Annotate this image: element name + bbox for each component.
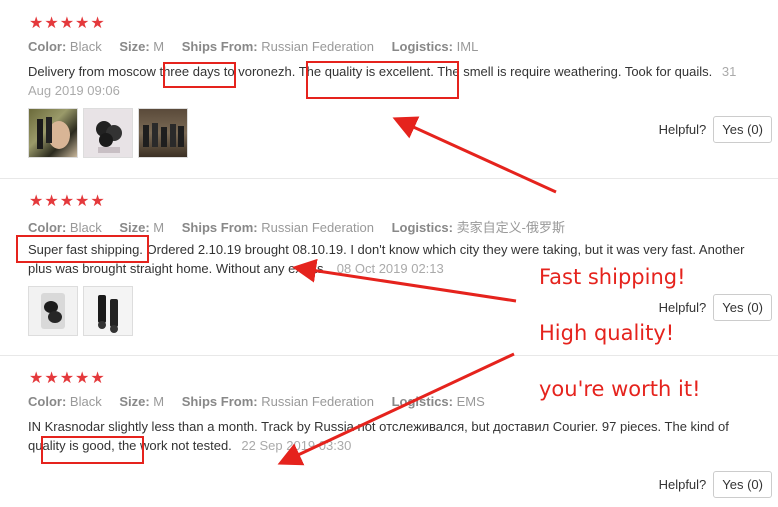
color-value: Black — [69, 39, 102, 54]
helpful-vote: Helpful? Yes (0) — [659, 471, 772, 498]
logistics-value: IML — [456, 39, 479, 54]
helpful-vote: Helpful? Yes (0) — [659, 116, 772, 143]
yes-vote-button[interactable]: Yes (0) — [713, 116, 772, 143]
review-photo-thumbnail[interactable] — [28, 108, 78, 158]
color-value: Black — [69, 394, 102, 409]
photo-pile-icon — [143, 123, 184, 147]
review-photos — [28, 108, 193, 158]
size-label: Size: — [119, 220, 150, 235]
review-date: 22 Sep 2019 03:30 — [241, 438, 352, 453]
logistics-value: 卖家自定义-俄罗斯 — [456, 220, 565, 235]
photo-feeders-icon — [96, 121, 122, 153]
annotation-worth-it: you're worth it! — [539, 377, 701, 401]
size-value: M — [153, 220, 165, 235]
helpful-vote: Helpful? Yes (0) — [659, 294, 772, 321]
review-body: IN Krasnodar slightly less than a month.… — [28, 419, 729, 453]
annotation-high-quality: High quality! — [539, 321, 675, 345]
photo-hand-icon — [37, 117, 70, 149]
review-photo-thumbnail[interactable] — [28, 286, 78, 336]
ships-from-label: Ships From: — [181, 394, 258, 409]
color-value: Black — [69, 220, 102, 235]
color-label: Color: — [28, 394, 67, 409]
ships-from-value: Russian Federation — [261, 394, 374, 409]
review-photo-thumbnail[interactable] — [138, 108, 188, 158]
star-rating: ★★★★★ — [29, 191, 106, 210]
size-label: Size: — [119, 394, 150, 409]
review-attributes: Color: Black Size: M Ships From: Russian… — [28, 394, 499, 409]
review-body: Delivery from moscow three days to voron… — [28, 64, 713, 79]
size-value: M — [153, 39, 165, 54]
review-attributes: Color: Black Size: M Ships From: Russian… — [28, 217, 579, 236]
star-rating: ★★★★★ — [29, 368, 106, 387]
review-photo-thumbnail[interactable] — [83, 286, 133, 336]
review-item: ★★★★★ Color: Black Size: M Ships From: R… — [0, 0, 778, 179]
color-label: Color: — [28, 39, 67, 54]
review-photos — [28, 286, 138, 336]
size-label: Size: — [119, 39, 150, 54]
logistics-value: EMS — [456, 394, 485, 409]
photo-feeder-icon — [98, 295, 118, 333]
ships-from-label: Ships From: — [181, 220, 258, 235]
yes-vote-button[interactable]: Yes (0) — [713, 294, 772, 321]
logistics-label: Logistics: — [391, 220, 453, 235]
helpful-label: Helpful? — [658, 477, 707, 492]
review-photo-thumbnail[interactable] — [83, 108, 133, 158]
review-text: IN Krasnodar slightly less than a month.… — [28, 417, 748, 455]
logistics-label: Logistics: — [391, 394, 453, 409]
color-label: Color: — [28, 220, 67, 235]
size-value: M — [153, 394, 165, 409]
logistics-label: Logistics: — [391, 39, 453, 54]
annotation-fast-shipping: Fast shipping! — [539, 265, 686, 289]
review-text: Delivery from moscow three days to voron… — [28, 62, 748, 100]
review-date: 08 Oct 2019 02:13 — [336, 261, 444, 276]
star-rating: ★★★★★ — [29, 13, 106, 32]
review-attributes: Color: Black Size: M Ships From: Russian… — [28, 39, 492, 54]
yes-vote-button[interactable]: Yes (0) — [713, 471, 772, 498]
helpful-label: Helpful? — [658, 122, 707, 137]
helpful-label: Helpful? — [658, 300, 707, 315]
ships-from-label: Ships From: — [181, 39, 258, 54]
photo-bag-icon — [41, 293, 65, 329]
ships-from-value: Russian Federation — [261, 220, 374, 235]
ships-from-value: Russian Federation — [261, 39, 374, 54]
